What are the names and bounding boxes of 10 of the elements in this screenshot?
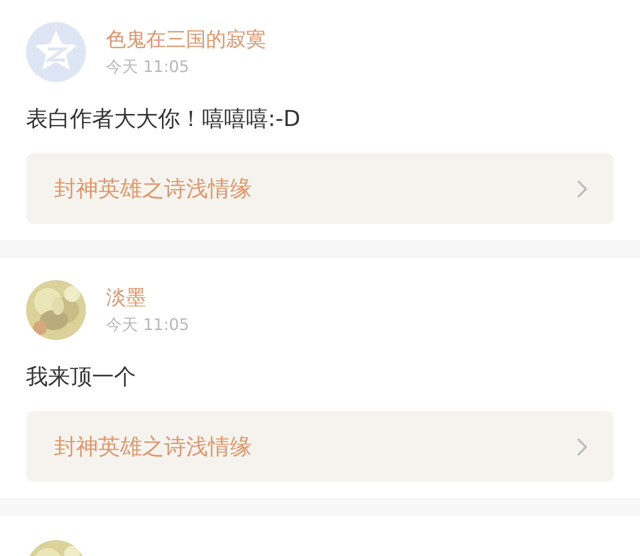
book-link[interactable]: 封神英雄之诗浅情缘 <box>26 411 614 482</box>
post-time: 今天 11:05 <box>106 315 190 335</box>
chevron-right-icon <box>576 178 588 198</box>
chevron-right-icon <box>576 436 588 456</box>
comment-text: 表白作者大大你！嘻嘻嘻:-D <box>26 106 302 134</box>
user-name[interactable]: 色鬼在三国的寂寞 <box>106 27 266 51</box>
book-link[interactable]: 封神英雄之诗浅情缘 <box>26 153 614 224</box>
comment-text: 我来顶一个 <box>26 364 137 392</box>
user-name[interactable]: 淡墨 <box>106 285 190 309</box>
post-time: 今天 11:05 <box>106 57 190 77</box>
